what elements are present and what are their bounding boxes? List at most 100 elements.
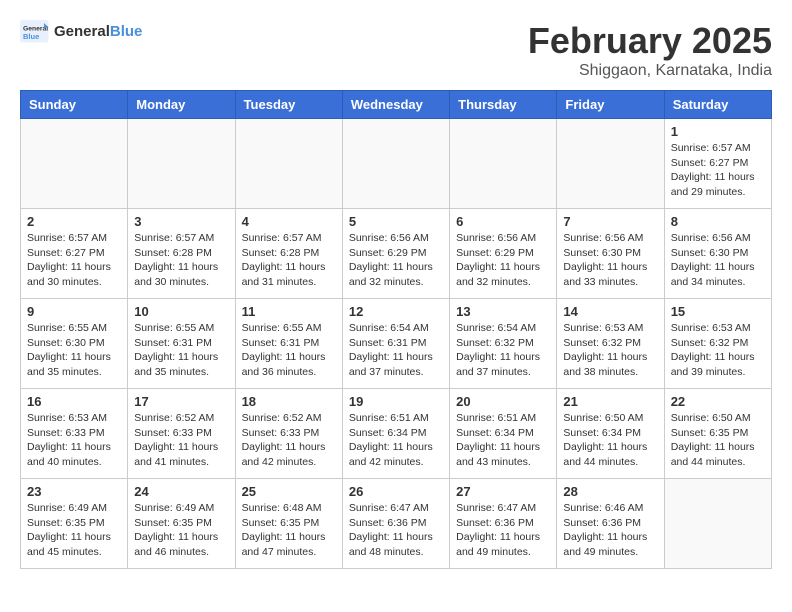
day-info: Sunrise: 6:55 AM Sunset: 6:31 PM Dayligh… [134,321,228,380]
calendar-cell: 3 Sunrise: 6:57 AM Sunset: 6:28 PM Daylig… [128,209,235,299]
calendar-week-2: 2 Sunrise: 6:57 AM Sunset: 6:27 PM Daylig… [21,209,772,299]
day-info: Sunrise: 6:46 AM Sunset: 6:36 PM Dayligh… [563,501,657,560]
calendar-week-1: 1 Sunrise: 6:57 AM Sunset: 6:27 PM Daylig… [21,119,772,209]
day-info: Sunrise: 6:49 AM Sunset: 6:35 PM Dayligh… [27,501,121,560]
day-number: 8 [671,214,765,229]
day-info: Sunrise: 6:50 AM Sunset: 6:35 PM Dayligh… [671,411,765,470]
day-info: Sunrise: 6:53 AM Sunset: 6:32 PM Dayligh… [563,321,657,380]
day-number: 26 [349,484,443,499]
weekday-header-friday: Friday [557,91,664,119]
calendar-week-3: 9 Sunrise: 6:55 AM Sunset: 6:30 PM Daylig… [21,299,772,389]
day-number: 23 [27,484,121,499]
day-number: 1 [671,124,765,139]
day-info: Sunrise: 6:56 AM Sunset: 6:30 PM Dayligh… [563,231,657,290]
day-number: 17 [134,394,228,409]
day-info: Sunrise: 6:57 AM Sunset: 6:28 PM Dayligh… [134,231,228,290]
calendar-cell [557,119,664,209]
day-number: 21 [563,394,657,409]
weekday-header-monday: Monday [128,91,235,119]
calendar-cell: 18Sunrise: 6:52 AM Sunset: 6:33 PM Dayli… [235,389,342,479]
calendar-cell: 19 Sunrise: 6:51 AM Sunset: 6:34 PM Dayli… [342,389,449,479]
day-number: 14 [563,304,657,319]
day-info: Sunrise: 6:51 AM Sunset: 6:34 PM Dayligh… [456,411,550,470]
day-number: 13 [456,304,550,319]
location-title: Shiggaon, Karnataka, India [528,62,772,80]
calendar-cell: 26Sunrise: 6:47 AM Sunset: 6:36 PM Dayli… [342,479,449,569]
day-number: 6 [456,214,550,229]
calendar-cell [664,479,771,569]
calendar-header-row: SundayMondayTuesdayWednesdayThursdayFrid… [21,91,772,119]
calendar-cell: 14 Sunrise: 6:53 AM Sunset: 6:32 PM Dayli… [557,299,664,389]
day-number: 20 [456,394,550,409]
day-info: Sunrise: 6:54 AM Sunset: 6:31 PM Dayligh… [349,321,443,380]
logo-icon: General Blue [20,20,50,44]
calendar-cell [128,119,235,209]
calendar-cell: 2 Sunrise: 6:57 AM Sunset: 6:27 PM Daylig… [21,209,128,299]
day-info: Sunrise: 6:56 AM Sunset: 6:29 PM Dayligh… [456,231,550,290]
month-title: February 2025 [528,20,772,62]
calendar-cell: 22 Sunrise: 6:50 AM Sunset: 6:35 PM Dayli… [664,389,771,479]
logo-blue: Blue [110,23,143,40]
calendar-cell [342,119,449,209]
day-info: Sunrise: 6:49 AM Sunset: 6:35 PM Dayligh… [134,501,228,560]
day-number: 15 [671,304,765,319]
calendar-table: SundayMondayTuesdayWednesdayThursdayFrid… [20,90,772,569]
day-number: 24 [134,484,228,499]
calendar-cell: 7 Sunrise: 6:56 AM Sunset: 6:30 PM Daylig… [557,209,664,299]
day-info: Sunrise: 6:57 AM Sunset: 6:27 PM Dayligh… [671,141,765,200]
day-info: Sunrise: 6:55 AM Sunset: 6:31 PM Dayligh… [242,321,336,380]
weekday-header-sunday: Sunday [21,91,128,119]
weekday-header-saturday: Saturday [664,91,771,119]
calendar-cell [450,119,557,209]
weekday-header-tuesday: Tuesday [235,91,342,119]
calendar-cell: 20 Sunrise: 6:51 AM Sunset: 6:34 PM Dayli… [450,389,557,479]
calendar-cell: 16 Sunrise: 6:53 AM Sunset: 6:33 PM Dayli… [21,389,128,479]
day-number: 25 [242,484,336,499]
calendar-cell: 8Sunrise: 6:56 AM Sunset: 6:30 PM Daylig… [664,209,771,299]
calendar-week-4: 16 Sunrise: 6:53 AM Sunset: 6:33 PM Dayli… [21,389,772,479]
page-header: General Blue GeneralBlue February 2025 S… [20,20,772,80]
day-info: Sunrise: 6:57 AM Sunset: 6:28 PM Dayligh… [242,231,336,290]
calendar-cell: 11 Sunrise: 6:55 AM Sunset: 6:31 PM Dayli… [235,299,342,389]
svg-text:Blue: Blue [23,32,39,41]
calendar-cell: 1 Sunrise: 6:57 AM Sunset: 6:27 PM Daylig… [664,119,771,209]
logo-general: General [54,23,110,40]
calendar-cell: 24 Sunrise: 6:49 AM Sunset: 6:35 PM Dayli… [128,479,235,569]
calendar-cell: 27Sunrise: 6:47 AM Sunset: 6:36 PM Dayli… [450,479,557,569]
day-number: 19 [349,394,443,409]
calendar-cell: 9 Sunrise: 6:55 AM Sunset: 6:30 PM Daylig… [21,299,128,389]
day-info: Sunrise: 6:48 AM Sunset: 6:35 PM Dayligh… [242,501,336,560]
day-number: 9 [27,304,121,319]
weekday-header-wednesday: Wednesday [342,91,449,119]
calendar-cell: 17 Sunrise: 6:52 AM Sunset: 6:33 PM Dayli… [128,389,235,479]
day-info: Sunrise: 6:53 AM Sunset: 6:32 PM Dayligh… [671,321,765,380]
calendar-cell [235,119,342,209]
day-number: 12 [349,304,443,319]
day-number: 11 [242,304,336,319]
day-number: 2 [27,214,121,229]
title-block: February 2025 Shiggaon, Karnataka, India [528,20,772,80]
day-number: 7 [563,214,657,229]
calendar-cell: 10 Sunrise: 6:55 AM Sunset: 6:31 PM Dayli… [128,299,235,389]
day-info: Sunrise: 6:55 AM Sunset: 6:30 PM Dayligh… [27,321,121,380]
logo: General Blue GeneralBlue [20,20,142,44]
day-number: 3 [134,214,228,229]
day-number: 16 [27,394,121,409]
day-info: Sunrise: 6:52 AM Sunset: 6:33 PM Dayligh… [134,411,228,470]
day-number: 4 [242,214,336,229]
calendar-cell: 15 Sunrise: 6:53 AM Sunset: 6:32 PM Dayli… [664,299,771,389]
day-number: 10 [134,304,228,319]
day-info: Sunrise: 6:52 AM Sunset: 6:33 PM Dayligh… [242,411,336,470]
day-info: Sunrise: 6:51 AM Sunset: 6:34 PM Dayligh… [349,411,443,470]
day-number: 28 [563,484,657,499]
calendar-cell: 21Sunrise: 6:50 AM Sunset: 6:34 PM Dayli… [557,389,664,479]
calendar-cell: 4 Sunrise: 6:57 AM Sunset: 6:28 PM Daylig… [235,209,342,299]
day-info: Sunrise: 6:53 AM Sunset: 6:33 PM Dayligh… [27,411,121,470]
day-info: Sunrise: 6:57 AM Sunset: 6:27 PM Dayligh… [27,231,121,290]
day-number: 5 [349,214,443,229]
calendar-cell [21,119,128,209]
calendar-cell: 28 Sunrise: 6:46 AM Sunset: 6:36 PM Dayli… [557,479,664,569]
calendar-cell: 5Sunrise: 6:56 AM Sunset: 6:29 PM Daylig… [342,209,449,299]
weekday-header-thursday: Thursday [450,91,557,119]
day-number: 22 [671,394,765,409]
